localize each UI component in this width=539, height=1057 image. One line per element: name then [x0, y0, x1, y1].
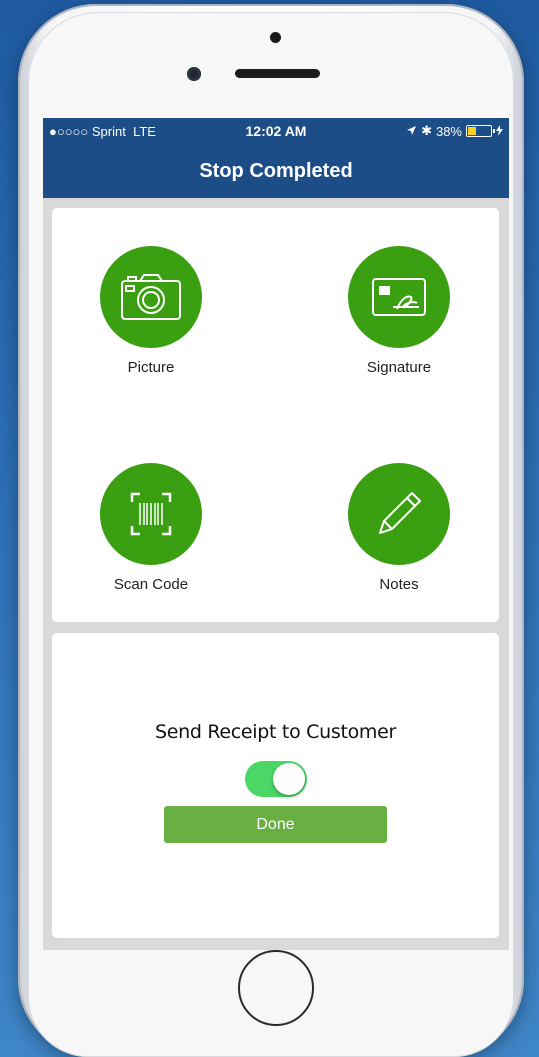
status-right: ✱ 38% — [406, 123, 503, 139]
send-receipt-label: Send Receipt to Customer — [154, 721, 397, 743]
bluetooth-icon: ✱ — [421, 123, 432, 138]
charging-icon — [496, 124, 503, 139]
send-receipt-toggle[interactable] — [245, 761, 307, 797]
scan-code-label: Scan Code — [113, 576, 189, 593]
home-button[interactable] — [238, 950, 314, 1026]
toggle-knob — [273, 763, 305, 795]
signature-icon — [372, 278, 426, 316]
front-camera — [187, 67, 201, 81]
location-arrow-icon — [406, 124, 417, 139]
receipt-card: Send Receipt to Customer Done — [52, 633, 499, 938]
battery-percent: 38% — [435, 123, 462, 139]
signature-button[interactable] — [348, 246, 450, 348]
earpiece-speaker — [235, 69, 320, 78]
battery-fill — [468, 127, 476, 135]
pencil-icon — [379, 492, 421, 534]
signature-action[interactable]: Signature — [319, 246, 479, 376]
status-bar: ●○○○○ Sprint LTE 12:02 AM ✱ 38% — [43, 118, 509, 144]
picture-label: Picture — [127, 359, 175, 376]
actions-card: Picture Signature Scan Code Notes — [52, 208, 499, 622]
signature-label: Signature — [366, 359, 432, 376]
camera-icon — [121, 274, 181, 320]
barcode-icon — [130, 492, 172, 536]
done-button[interactable]: Done — [164, 806, 387, 843]
notes-action[interactable]: Notes — [319, 463, 479, 593]
battery-icon — [466, 125, 495, 137]
scan-code-button[interactable] — [100, 463, 202, 565]
front-sensor — [270, 32, 281, 43]
notes-button[interactable] — [348, 463, 450, 565]
app-screen: ●○○○○ Sprint LTE 12:02 AM ✱ 38% Stop Com… — [43, 118, 509, 950]
picture-action[interactable]: Picture — [71, 246, 231, 376]
page-title: Stop Completed — [43, 144, 509, 198]
picture-button[interactable] — [100, 246, 202, 348]
notes-label: Notes — [379, 576, 419, 593]
scan-code-action[interactable]: Scan Code — [71, 463, 231, 593]
